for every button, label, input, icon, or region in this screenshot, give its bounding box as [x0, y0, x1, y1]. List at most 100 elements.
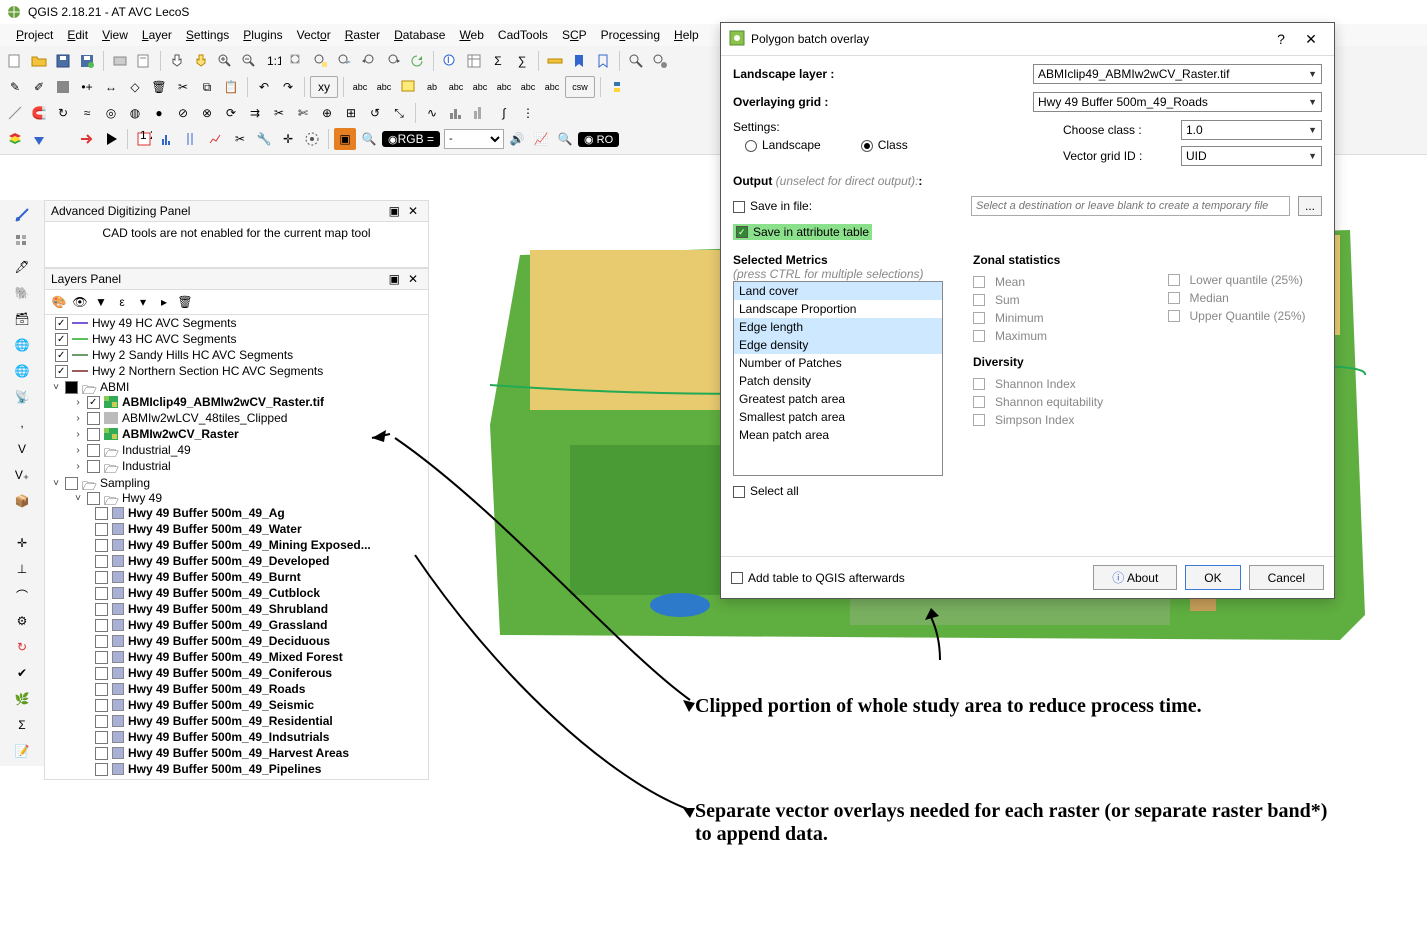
- menu-edit[interactable]: Edit: [61, 26, 94, 44]
- layer-item[interactable]: Hwy 49 Buffer 500m_49_Water: [128, 522, 302, 536]
- layer-item[interactable]: Hwy 49 Buffer 500m_49_Mining Exposed...: [128, 538, 371, 552]
- expand-toggle[interactable]: ˅: [51, 382, 61, 393]
- layer-checkbox[interactable]: [95, 747, 108, 760]
- layer-item[interactable]: Hwy 49 Buffer 500m_49_Shrubland: [128, 602, 328, 616]
- rgb-selector[interactable]: ◉ RGB =: [382, 131, 440, 147]
- layer-checkbox[interactable]: [95, 731, 108, 744]
- label-edit-icon[interactable]: abc: [541, 76, 563, 98]
- split-icon[interactable]: ✂: [268, 102, 290, 124]
- add-table-checkbox[interactable]: Add table to QGIS afterwards: [731, 571, 905, 585]
- menu-plugins[interactable]: Plugins: [237, 26, 288, 44]
- layer-item[interactable]: Hwy 49 Buffer 500m_49_Ag: [128, 506, 285, 520]
- filter-icon[interactable]: ▼: [92, 293, 110, 311]
- split-parts-icon[interactable]: ✄: [292, 102, 314, 124]
- new-project-icon[interactable]: [4, 50, 26, 72]
- layer-item[interactable]: ABMIw2wCV_Raster: [122, 427, 239, 441]
- metric-option[interactable]: Greatest patch area: [734, 390, 942, 408]
- metric-option[interactable]: Smallest patch area: [734, 408, 942, 426]
- stats-icon[interactable]: ∑: [511, 50, 533, 72]
- landscape-layer-combo[interactable]: ABMIclip49_ABMIw2wCV_Raster.tif▼: [1033, 64, 1322, 84]
- zoom-next-icon[interactable]: [382, 50, 404, 72]
- group-hwy49[interactable]: Hwy 49: [122, 491, 162, 505]
- merge-attr-icon[interactable]: ⊞: [340, 102, 362, 124]
- metric-option[interactable]: Mean patch area: [734, 426, 942, 444]
- grass-icon[interactable]: 🌿: [11, 688, 33, 710]
- panel-close-icon[interactable]: ✕: [404, 204, 422, 218]
- scp-dock-icon[interactable]: ▣: [334, 128, 356, 150]
- gradient-icon[interactable]: [52, 128, 74, 150]
- cad-check-icon[interactable]: ✔: [11, 662, 33, 684]
- offset-icon[interactable]: ⇉: [244, 102, 266, 124]
- trace-icon[interactable]: ∿: [421, 102, 443, 124]
- wrench-icon[interactable]: 🔧: [253, 128, 275, 150]
- expand-toggle[interactable]: ›: [73, 413, 83, 424]
- xy-label[interactable]: xy: [310, 76, 338, 98]
- layer-item[interactable]: Hwy 49 Buffer 500m_49_Burnt: [128, 570, 301, 584]
- bookmark-icon[interactable]: [568, 50, 590, 72]
- layer-item[interactable]: Hwy 49 Buffer 500m_49_Harvest Areas: [128, 746, 349, 760]
- new-geopackage-icon[interactable]: 📦: [11, 490, 33, 512]
- expand-all-icon[interactable]: ▾: [134, 293, 152, 311]
- zoom-out-icon[interactable]: [238, 50, 260, 72]
- crosshair-icon[interactable]: ✛: [277, 128, 299, 150]
- add-wms-icon[interactable]: 🌐: [11, 334, 33, 356]
- label-move-icon[interactable]: abc: [493, 76, 515, 98]
- layer-checkbox[interactable]: [95, 763, 108, 776]
- python-console-icon[interactable]: [606, 76, 628, 98]
- calc-icon[interactable]: 1 2: [133, 128, 155, 150]
- zoom-layer-icon[interactable]: [334, 50, 356, 72]
- collapse-all-icon[interactable]: ▸: [155, 293, 173, 311]
- save-edits-icon[interactable]: [52, 76, 74, 98]
- zoom-last-icon[interactable]: [358, 50, 380, 72]
- layer-checkbox[interactable]: [55, 317, 68, 330]
- layer-checkbox[interactable]: [95, 635, 108, 648]
- expand-toggle[interactable]: ›: [73, 397, 83, 408]
- expression-filter-icon[interactable]: ε: [113, 293, 131, 311]
- metric-option[interactable]: Edge length: [734, 318, 942, 336]
- offset-point-icon[interactable]: ⤡: [388, 102, 410, 124]
- edit-pencil-icon[interactable]: ✎: [4, 76, 26, 98]
- layer-item[interactable]: Hwy 49 Buffer 500m_49_Developed: [128, 554, 329, 568]
- menu-vector[interactable]: Vector: [291, 26, 337, 44]
- add-wfs-icon[interactable]: 📡: [11, 386, 33, 408]
- save-icon[interactable]: [52, 50, 74, 72]
- pan-icon[interactable]: [166, 50, 188, 72]
- layer-checkbox[interactable]: [55, 349, 68, 362]
- layer-checkbox[interactable]: [95, 603, 108, 616]
- layer-item[interactable]: Hwy 2 Sandy Hills HC AVC Segments: [92, 348, 293, 362]
- label-tool-icon[interactable]: abc: [349, 76, 371, 98]
- menu-help[interactable]: Help: [668, 26, 705, 44]
- layer-item[interactable]: Industrial: [122, 459, 171, 473]
- add-ring-icon[interactable]: ◎: [100, 102, 122, 124]
- cancel-button[interactable]: Cancel: [1249, 565, 1324, 590]
- save-as-icon[interactable]: [76, 50, 98, 72]
- metric-option[interactable]: Landscape Proportion: [734, 300, 942, 318]
- scp-plot-icon[interactable]: 📈: [530, 128, 552, 150]
- undo-icon[interactable]: ↶: [253, 76, 275, 98]
- layer-checkbox[interactable]: [95, 507, 108, 520]
- scp-spectral-icon[interactable]: 🔊: [506, 128, 528, 150]
- close-button[interactable]: ✕: [1296, 29, 1326, 49]
- group-checkbox[interactable]: [65, 477, 78, 490]
- snap-icon[interactable]: 🧲: [28, 102, 50, 124]
- group-sampling[interactable]: Sampling: [100, 476, 150, 490]
- play-icon[interactable]: [100, 128, 122, 150]
- move-feature-icon[interactable]: ↔: [100, 76, 122, 98]
- panel-float-icon[interactable]: ▣: [385, 204, 404, 218]
- add-wcs-icon[interactable]: 🌐: [11, 360, 33, 382]
- menu-processing[interactable]: Processing: [595, 26, 666, 44]
- show-bookmarks-icon[interactable]: [592, 50, 614, 72]
- visibility-icon[interactable]: 👁: [71, 293, 89, 311]
- overlay-grid-combo[interactable]: Hwy 49 Buffer 500m_49_Roads▼: [1033, 92, 1322, 112]
- layer-checkbox[interactable]: [55, 365, 68, 378]
- label-rotate-icon[interactable]: abc: [517, 76, 539, 98]
- rotate-icon[interactable]: ↻: [52, 102, 74, 124]
- metric-option[interactable]: Patch density: [734, 372, 942, 390]
- layer-item[interactable]: Hwy 2 Northern Section HC AVC Segments: [92, 364, 323, 378]
- blue-down-icon[interactable]: [28, 128, 50, 150]
- metrics-listbox[interactable]: Land coverLandscape ProportionEdge lengt…: [733, 281, 943, 476]
- ok-button[interactable]: OK: [1185, 565, 1240, 590]
- label-pin-icon[interactable]: abc: [445, 76, 467, 98]
- cad-enable-icon[interactable]: [4, 102, 26, 124]
- select-all-checkbox[interactable]: Select all: [733, 484, 799, 498]
